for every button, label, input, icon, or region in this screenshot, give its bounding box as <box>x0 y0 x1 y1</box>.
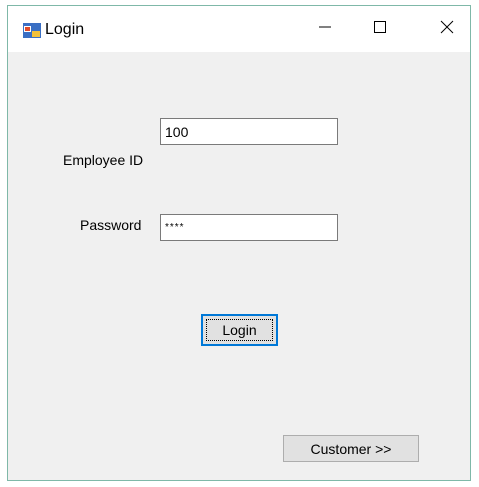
maximize-button[interactable] <box>357 6 403 52</box>
login-window: Login Employee ID Password Login Custome… <box>7 5 471 481</box>
maximize-icon <box>374 20 386 38</box>
focus-rectangle <box>206 319 273 341</box>
window-title: Login <box>45 21 85 38</box>
employee-id-label: Employee ID <box>63 152 144 168</box>
minimize-icon <box>319 20 331 38</box>
title-bar[interactable]: Login <box>8 6 470 52</box>
close-button[interactable] <box>424 6 470 52</box>
close-icon <box>440 20 454 39</box>
customer-button-label: Customer >> <box>310 440 392 457</box>
minimize-button[interactable] <box>302 6 348 52</box>
winforms-app-icon <box>23 23 41 38</box>
login-button[interactable]: Login <box>201 314 278 346</box>
employee-id-input[interactable] <box>160 118 338 145</box>
password-label: Password <box>80 217 142 233</box>
password-input[interactable] <box>160 214 338 241</box>
customer-button[interactable]: Customer >> <box>283 435 419 462</box>
